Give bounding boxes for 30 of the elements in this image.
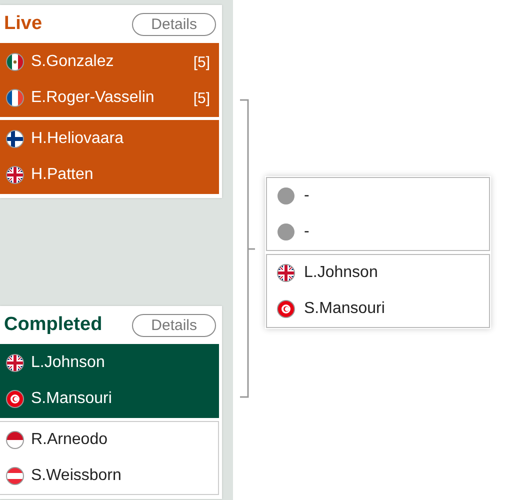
details-button[interactable]: Details — [132, 314, 216, 336]
player-name: L.Johnson — [304, 264, 379, 282]
match-status: Live — [4, 13, 42, 35]
flag-icon — [6, 354, 24, 372]
flag-icon — [277, 187, 295, 205]
seed-label: [5] — [193, 90, 210, 106]
player-name: S.Mansouri — [31, 390, 113, 408]
flag-icon — [277, 264, 295, 282]
flag-icon — [6, 53, 24, 71]
flag-icon — [6, 166, 24, 184]
flag-icon — [6, 431, 24, 449]
flag-icon — [6, 130, 24, 148]
player-name: - — [304, 223, 310, 241]
player-name: R.Arneodo — [31, 431, 108, 449]
flag-icon — [6, 390, 24, 408]
flag-icon — [277, 300, 295, 318]
player-name: H.Heliovaara — [31, 130, 124, 148]
player-name: S.Weissborn — [31, 467, 122, 485]
player-name: E.Roger-Vasselin — [31, 89, 156, 107]
player-name: S.Gonzalez — [31, 53, 115, 71]
player-name: H.Patten — [31, 166, 94, 184]
details-button[interactable]: Details — [132, 12, 216, 36]
flag-icon — [277, 223, 295, 241]
player-name: S.Mansouri — [304, 300, 386, 318]
flag-icon — [6, 89, 24, 107]
player-name: - — [304, 187, 310, 205]
match-status: Completed — [4, 314, 102, 336]
player-name: L.Johnson — [31, 354, 106, 372]
seed-label: [5] — [193, 54, 210, 70]
flag-icon — [6, 467, 24, 485]
